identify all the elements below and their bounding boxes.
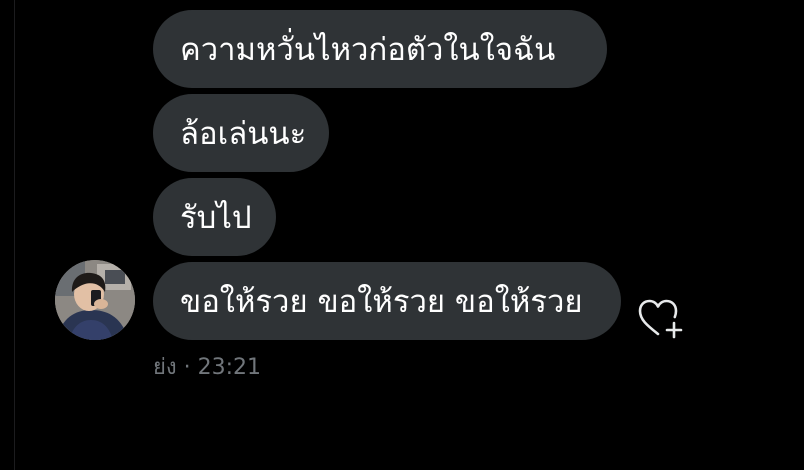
message-bubble[interactable]: รับไป [153,178,276,256]
message-meta: ย่ง · 23:21 [153,349,261,384]
message-text: รับไป [180,200,252,236]
message-time: 23:21 [197,355,262,380]
message-bubble[interactable]: ความหวั่นไหวก่อตัวในใจฉัน [153,10,607,88]
message-text: ขอให้รวย ขอให้รวย ขอให้รวย [180,284,583,320]
conversation-divider [14,0,15,470]
message-text: ความหวั่นไหวก่อตัวในใจฉัน [180,32,556,68]
sender-name: ย่ง [153,355,177,380]
avatar-photo [55,260,135,340]
heart-plus-icon[interactable] [636,294,684,342]
avatar[interactable] [55,260,135,340]
meta-separator: · [176,355,198,380]
message-bubble[interactable]: ล้อเล่นนะ [153,94,329,172]
message-bubble[interactable]: ขอให้รวย ขอให้รวย ขอให้รวย [153,262,621,340]
message-text: ล้อเล่นนะ [180,116,307,152]
